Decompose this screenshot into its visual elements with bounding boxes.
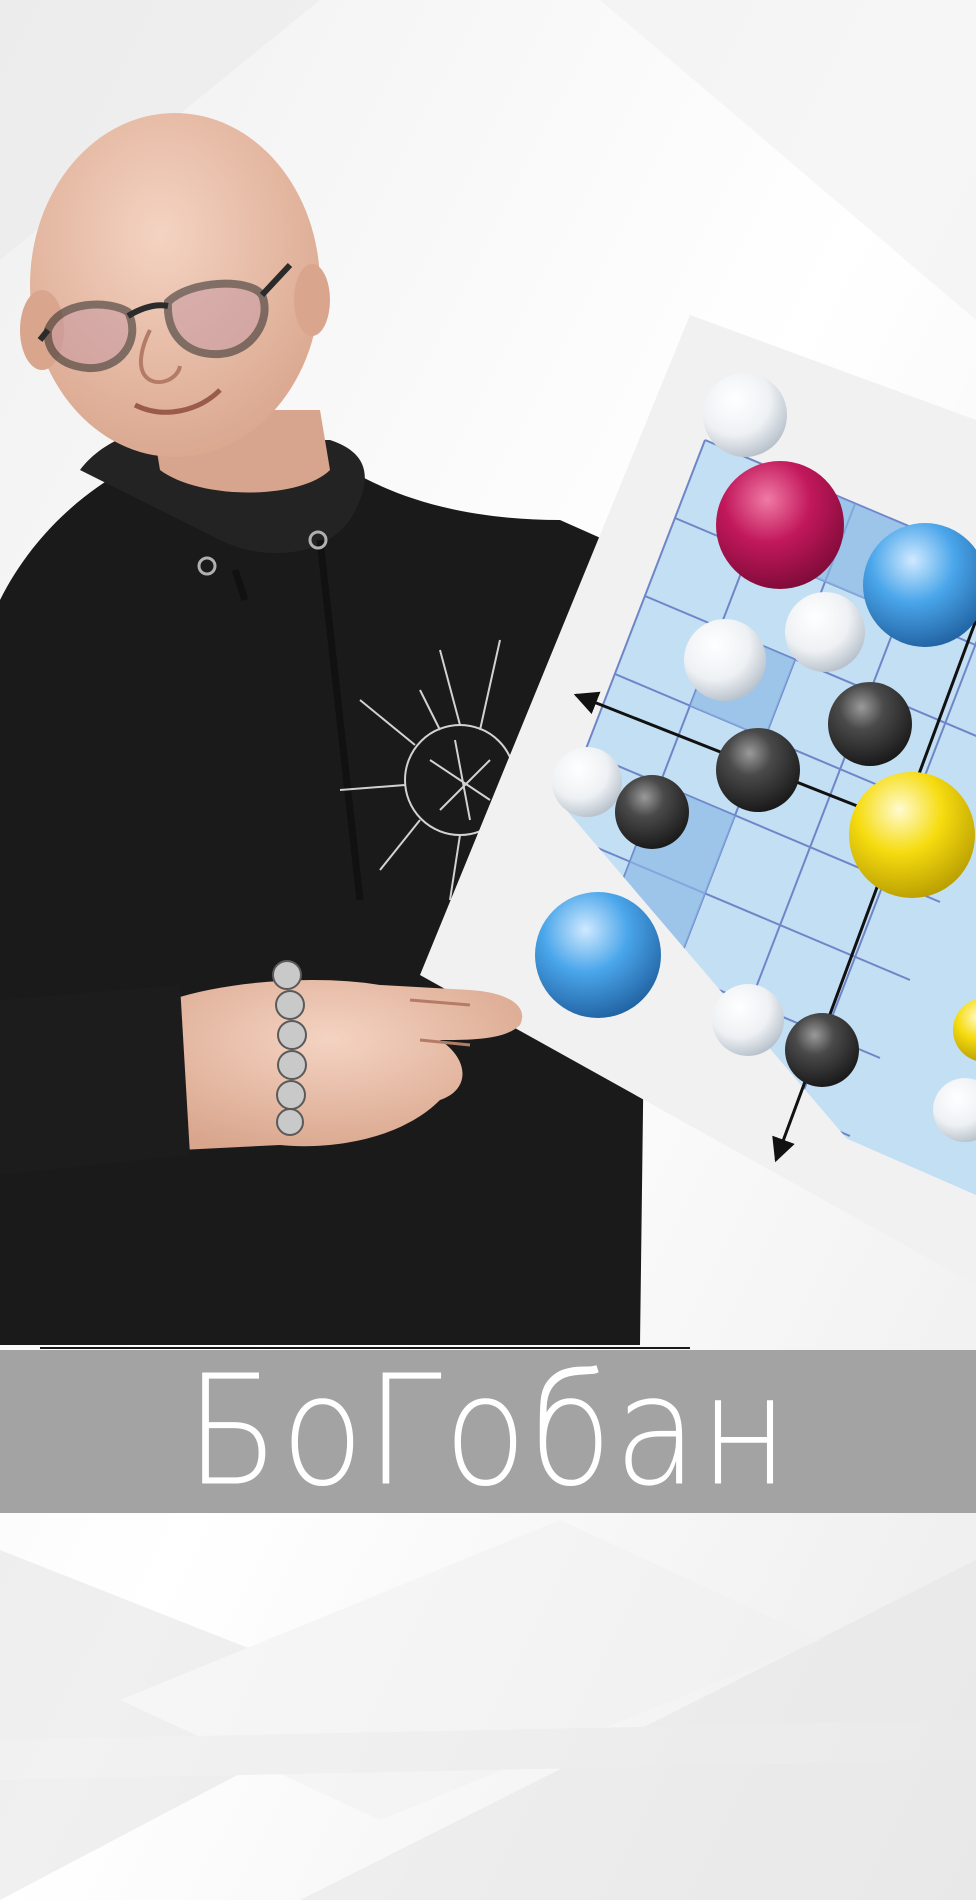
stone-blue <box>535 892 661 1018</box>
stone-black <box>615 775 689 849</box>
page-title: БоГобан <box>185 1343 791 1520</box>
hoodie-sleeve <box>0 985 190 1175</box>
hero-illustration <box>0 0 976 1900</box>
stone-white <box>684 619 766 701</box>
stone-black <box>785 1013 859 1087</box>
stone-magenta <box>716 461 844 589</box>
stone-white <box>552 747 622 817</box>
stone-black <box>828 682 912 766</box>
stone-white <box>703 373 787 457</box>
stone-black <box>716 728 800 812</box>
stone-yellow <box>849 772 975 898</box>
person-head <box>30 113 320 457</box>
person-ear <box>294 264 330 336</box>
title-band: БоГобан <box>0 1350 976 1513</box>
stone-white <box>785 592 865 672</box>
stone-white <box>712 984 784 1056</box>
